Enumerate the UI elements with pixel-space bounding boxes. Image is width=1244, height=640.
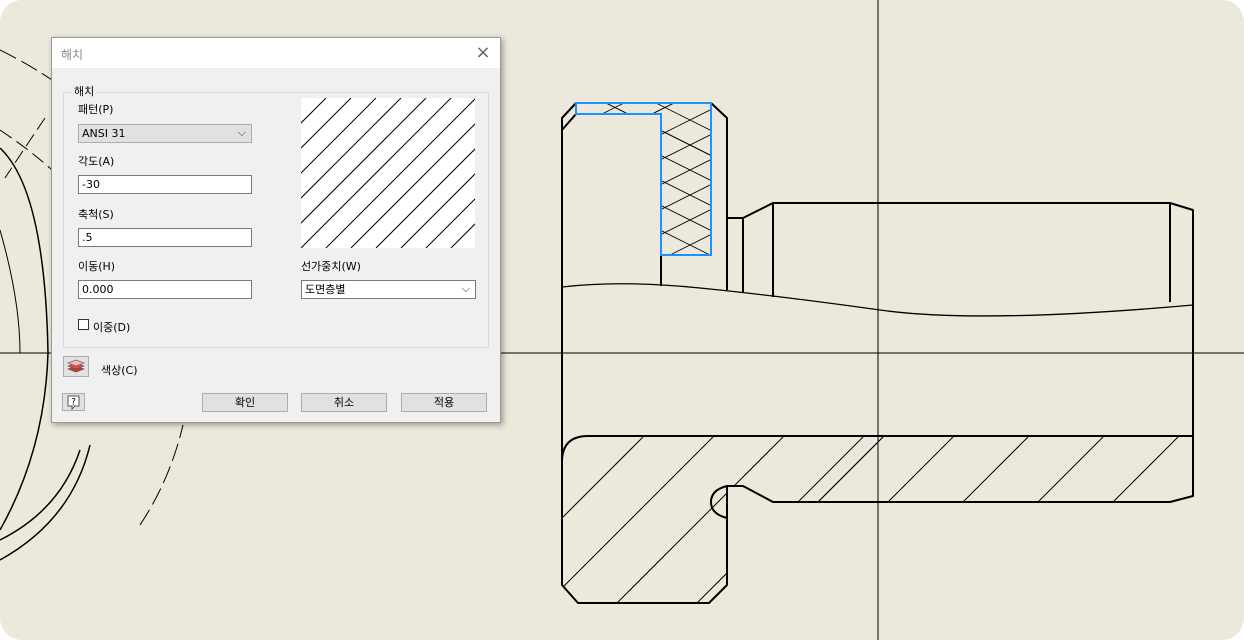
apply-button[interactable]: 적용 <box>401 393 487 412</box>
chevron-down-icon: ⌵ <box>461 282 470 295</box>
angle-value: -30 <box>82 178 100 191</box>
section-hatch-bottom <box>562 436 1193 603</box>
drawing-canvas[interactable]: 해치 × 해치 패턴(P) ANSI 31 ⌵ 각도(A) -30 축척(S) … <box>0 0 1244 640</box>
chevron-down-icon: ⌵ <box>237 126 246 139</box>
double-label: 이중(D) <box>93 321 131 334</box>
color-label: 색상(C) <box>101 364 138 377</box>
offset-value: 0.000 <box>82 283 114 296</box>
dialog-titlebar[interactable]: 해치 × <box>52 38 500 68</box>
hatch-dialog: 해치 × 해치 패턴(P) ANSI 31 ⌵ 각도(A) -30 축척(S) … <box>51 37 501 423</box>
hatch-preview <box>301 98 475 248</box>
hatch-preview-pattern <box>301 98 475 248</box>
pattern-label: 패턴(P) <box>78 103 114 116</box>
help-icon: ? <box>67 395 80 410</box>
cancel-button[interactable]: 취소 <box>301 393 387 412</box>
hatch-group-label: 해치 <box>72 83 97 99</box>
scale-input[interactable]: .5 <box>78 228 252 247</box>
scale-label: 축척(S) <box>78 208 114 221</box>
close-icon[interactable]: × <box>472 42 494 64</box>
pattern-select[interactable]: ANSI 31 ⌵ <box>78 124 252 143</box>
ok-button[interactable]: 확인 <box>202 393 288 412</box>
offset-input[interactable]: 0.000 <box>78 280 252 299</box>
pattern-value: ANSI 31 <box>82 127 126 140</box>
lineweight-value: 도면층별 <box>305 283 346 296</box>
offset-label: 이동(H) <box>78 260 116 273</box>
scale-value: .5 <box>82 231 93 244</box>
angle-input[interactable]: -30 <box>78 175 252 194</box>
lineweight-label: 선가중치(W) <box>301 260 361 273</box>
double-checkbox[interactable] <box>78 319 89 330</box>
hatch-selection-boundary[interactable] <box>575 102 712 256</box>
lineweight-select[interactable]: 도면층별 ⌵ <box>301 280 476 299</box>
angle-label: 각도(A) <box>78 155 115 168</box>
layers-icon <box>67 359 85 373</box>
dialog-title: 해치 <box>61 48 84 62</box>
color-button[interactable] <box>63 356 89 377</box>
help-button[interactable]: ? <box>62 393 85 411</box>
